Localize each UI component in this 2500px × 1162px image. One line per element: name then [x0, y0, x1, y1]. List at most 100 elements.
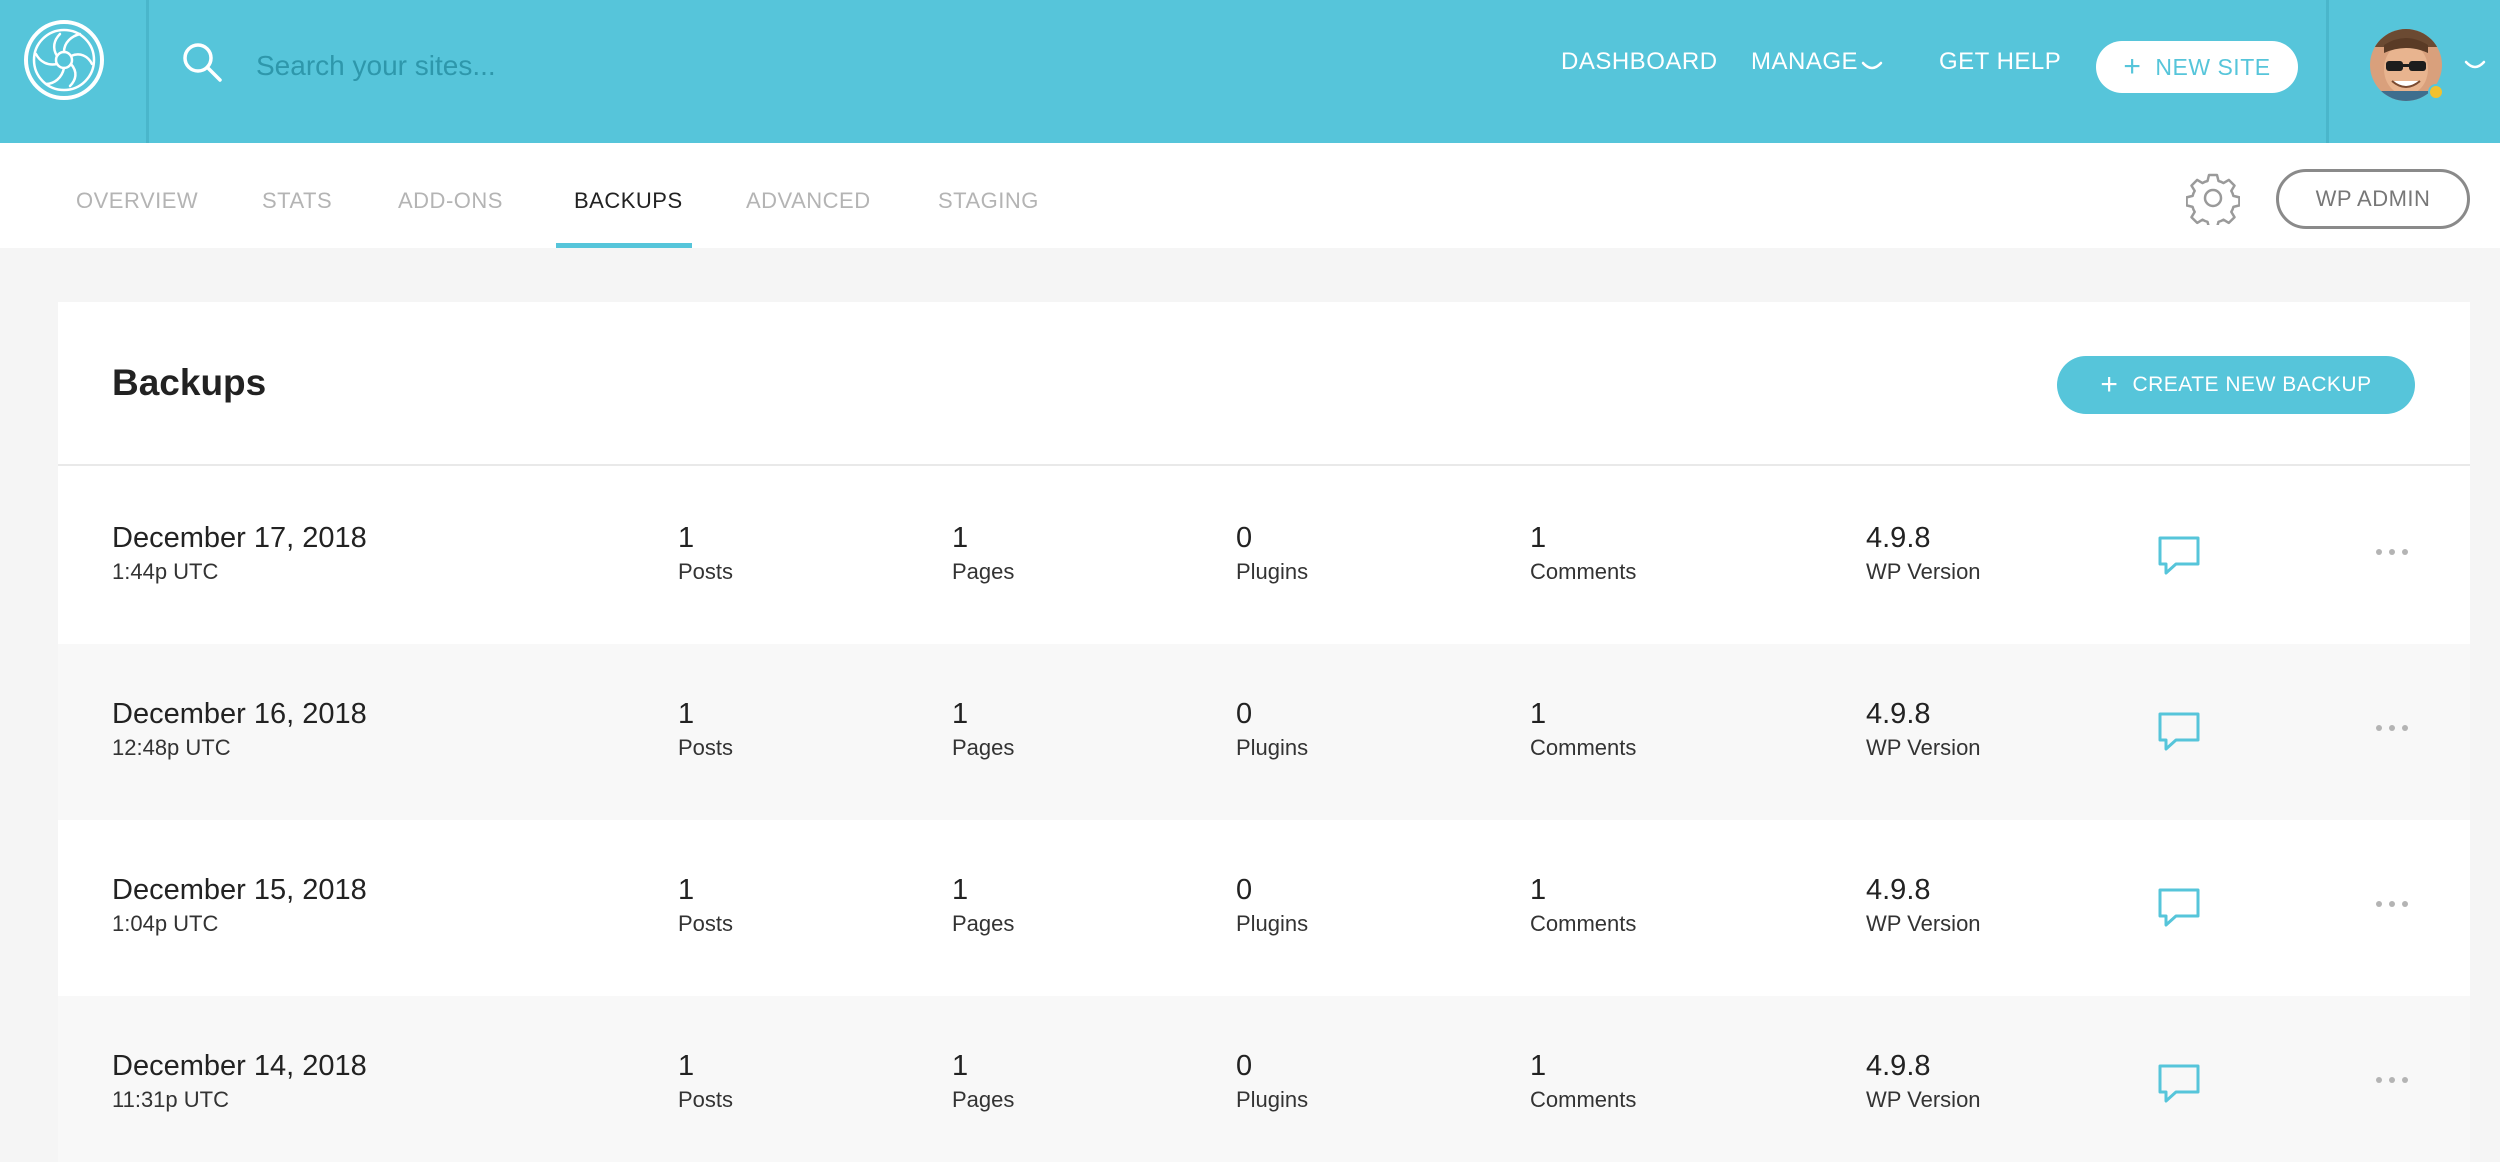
pages-stat: 1 Pages [952, 698, 1014, 764]
backup-date-cell: December 17, 2018 1:44p UTC [112, 522, 367, 588]
plugins-label: Plugins [1236, 559, 1309, 585]
tab-backups[interactable]: BACKUPS [574, 188, 683, 214]
pages-stat: 1 Pages [952, 1050, 1014, 1116]
backup-date-cell: December 14, 2018 11:31p UTC [112, 1050, 367, 1116]
top-navigation-bar: DASHBOARD MANAGE GET HELP + NEW SITE [0, 0, 2500, 143]
plugins-stat: 0 Plugins [1236, 874, 1308, 940]
backup-time: 1:44p UTC [112, 559, 219, 585]
backup-date: December 15, 2018 [112, 874, 367, 906]
comments-stat: 1 Comments [1530, 522, 1636, 588]
wp-version-label: WP Version [1866, 735, 1981, 761]
plus-icon: + [2100, 368, 2119, 401]
plugins-label: Plugins [1236, 735, 1309, 761]
backups-card: Backups + CREATE NEW BACKUP December 17,… [58, 302, 2470, 1162]
wp-version-stat: 4.9.8 WP Version [1866, 522, 1981, 588]
posts-label: Posts [678, 911, 734, 937]
comments-label: Comments [1530, 559, 1637, 585]
site-tab-bar: OVERVIEW STATS ADD-ONS BACKUPS ADVANCED … [0, 143, 2500, 248]
comments-count: 1 [1530, 1050, 1547, 1082]
ellipsis-icon[interactable] [2374, 722, 2410, 734]
backup-date: December 14, 2018 [112, 1050, 367, 1082]
wp-version-label: WP Version [1866, 559, 1981, 585]
posts-stat: 1 Posts [678, 874, 733, 940]
posts-stat: 1 Posts [678, 1050, 733, 1116]
comment-bubble-icon[interactable] [2156, 534, 2202, 576]
wp-version-label: WP Version [1866, 911, 1981, 937]
comment-bubble-icon[interactable] [2156, 886, 2202, 928]
comments-label: Comments [1530, 911, 1637, 937]
comments-count: 1 [1530, 874, 1547, 906]
backup-time: 1:04p UTC [112, 911, 219, 937]
nav-get-help-link[interactable]: GET HELP [1939, 48, 2061, 76]
new-site-label: NEW SITE [2155, 53, 2271, 80]
status-badge [2428, 84, 2444, 100]
wp-version-value: 4.9.8 [1866, 1050, 1931, 1082]
wp-admin-button[interactable]: WP ADMIN [2276, 169, 2470, 229]
posts-count: 1 [678, 698, 695, 730]
posts-label: Posts [678, 559, 734, 585]
pages-count: 1 [952, 1050, 969, 1082]
active-tab-indicator [556, 243, 692, 248]
site-search-input[interactable] [256, 38, 1156, 94]
tab-add-ons[interactable]: ADD-ONS [398, 188, 503, 214]
tab-staging[interactable]: STAGING [938, 188, 1039, 214]
new-site-button[interactable]: + NEW SITE [2096, 41, 2298, 93]
ellipsis-icon[interactable] [2374, 1074, 2410, 1086]
nav-manage-menu[interactable]: MANAGE [1751, 48, 1858, 76]
backup-row: December 14, 2018 11:31p UTC 1 Posts 1 P… [58, 996, 2470, 1162]
comment-bubble-icon[interactable] [2156, 1062, 2202, 1104]
tab-stats[interactable]: STATS [262, 188, 332, 214]
plus-icon: + [2123, 50, 2142, 83]
gear-icon[interactable] [2186, 171, 2240, 225]
backup-date: December 16, 2018 [112, 698, 367, 730]
wp-version-label: WP Version [1866, 1087, 1981, 1113]
create-new-backup-label: CREATE NEW BACKUP [2132, 373, 2372, 396]
pages-label: Pages [952, 735, 1015, 761]
posts-count: 1 [678, 522, 695, 554]
page-title: Backups [112, 362, 267, 403]
pages-label: Pages [952, 559, 1015, 585]
ellipsis-icon[interactable] [2374, 898, 2410, 910]
wp-version-stat: 4.9.8 WP Version [1866, 874, 1981, 940]
chevron-down-icon[interactable] [2464, 60, 2486, 72]
ellipsis-icon[interactable] [2374, 546, 2410, 558]
comments-count: 1 [1530, 522, 1547, 554]
pages-label: Pages [952, 911, 1015, 937]
backups-card-header: Backups + CREATE NEW BACKUP [58, 302, 2470, 466]
backup-date: December 17, 2018 [112, 522, 367, 554]
plugins-label: Plugins [1236, 911, 1309, 937]
backup-time: 11:31p UTC [112, 1087, 229, 1113]
search-icon[interactable] [180, 40, 224, 84]
posts-label: Posts [678, 1087, 734, 1113]
pages-stat: 1 Pages [952, 874, 1014, 940]
plugins-count: 0 [1236, 1050, 1253, 1082]
comments-label: Comments [1530, 1087, 1637, 1113]
plugins-stat: 0 Plugins [1236, 698, 1308, 764]
posts-stat: 1 Posts [678, 522, 733, 588]
create-new-backup-button[interactable]: + CREATE NEW BACKUP [2057, 356, 2415, 414]
comment-bubble-icon[interactable] [2156, 710, 2202, 752]
pages-stat: 1 Pages [952, 522, 1014, 588]
wp-version-stat: 4.9.8 WP Version [1866, 698, 1981, 764]
posts-label: Posts [678, 735, 734, 761]
plugins-stat: 0 Plugins [1236, 522, 1308, 588]
tab-advanced[interactable]: ADVANCED [746, 188, 871, 214]
flywheel-logo-icon[interactable] [22, 18, 106, 102]
comments-label: Comments [1530, 735, 1637, 761]
nav-dashboard-link[interactable]: DASHBOARD [1561, 48, 1718, 76]
backup-date-cell: December 15, 2018 1:04p UTC [112, 874, 367, 940]
posts-stat: 1 Posts [678, 698, 733, 764]
posts-count: 1 [678, 874, 695, 906]
header-divider [2326, 0, 2329, 143]
plugins-count: 0 [1236, 874, 1253, 906]
plugins-count: 0 [1236, 698, 1253, 730]
backup-date-cell: December 16, 2018 12:48p UTC [112, 698, 367, 764]
wp-version-value: 4.9.8 [1866, 698, 1931, 730]
tab-overview[interactable]: OVERVIEW [76, 188, 198, 214]
chevron-down-icon[interactable] [1861, 61, 1883, 73]
header-divider [146, 0, 149, 143]
pages-count: 1 [952, 522, 969, 554]
backup-list: December 17, 2018 1:44p UTC 1 Posts 1 Pa… [58, 468, 2470, 1162]
plugins-label: Plugins [1236, 1087, 1309, 1113]
comments-stat: 1 Comments [1530, 1050, 1636, 1116]
